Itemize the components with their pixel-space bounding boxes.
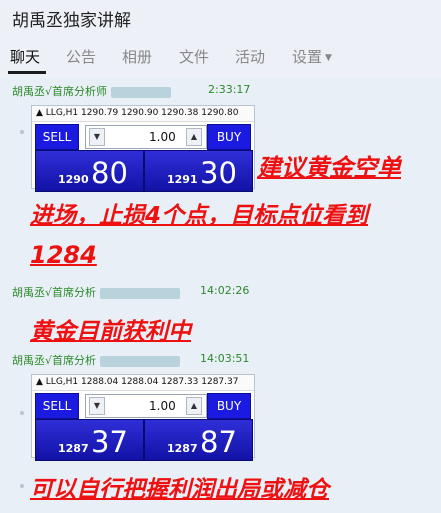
lot-value: 1.00 xyxy=(149,399,176,413)
blurred-name xyxy=(100,355,181,367)
tab-activity[interactable]: 活动 xyxy=(235,46,265,67)
tab-chat[interactable]: 聊天 xyxy=(10,46,40,67)
sell-button[interactable]: SELL xyxy=(35,124,79,150)
tab-announcement[interactable]: 公告 xyxy=(66,46,96,67)
message-text: 可以自行把握利润出局或减仓 xyxy=(30,477,329,503)
bullet-icon xyxy=(20,411,24,415)
message-header: 胡禹丞√首席分析 14:03:51 xyxy=(12,352,249,368)
sell-price-major: 1290 xyxy=(58,173,89,186)
active-tab-indicator xyxy=(8,71,46,74)
buy-price[interactable]: 1287 87 xyxy=(144,419,253,461)
sell-price[interactable]: 1287 37 xyxy=(35,419,144,461)
buy-price-major: 1291 xyxy=(167,173,198,186)
sell-price-minor: 37 xyxy=(91,425,128,459)
message-text: 黄金目前获利中 xyxy=(30,319,191,345)
chat-area: 胡禹丞√首席分析师 2:33:17 ▲ LLG,H1 1290.79 1290.… xyxy=(0,78,441,513)
buy-price-major: 1287 xyxy=(167,442,198,455)
lot-decrease-icon[interactable]: ▼ xyxy=(89,128,105,146)
sender-name: 胡禹丞√首席分析师 xyxy=(12,85,108,98)
sell-price[interactable]: 1290 80 xyxy=(35,150,144,192)
lot-decrease-icon[interactable]: ▼ xyxy=(89,397,105,415)
lot-value: 1.00 xyxy=(149,130,176,144)
tab-bar: 聊天 公告 相册 文件 活动 设置 ▼ xyxy=(0,38,441,74)
sell-price-major: 1287 xyxy=(58,442,89,455)
message-text: 1284 xyxy=(30,241,97,269)
sell-price-minor: 80 xyxy=(91,156,128,190)
message-time: 14:02:26 xyxy=(200,284,250,297)
blurred-name xyxy=(111,86,172,98)
buy-button[interactable]: BUY xyxy=(207,124,251,150)
message-time: 2:33:17 xyxy=(208,83,251,96)
widget-title: ▲ LLG,H1 1288.04 1288.04 1287.33 1287.37 xyxy=(32,375,254,391)
lot-input[interactable]: ▼ 1.00 ▲ xyxy=(85,125,207,149)
chevron-down-icon: ▼ xyxy=(325,52,332,63)
tab-settings[interactable]: 设置 ▼ xyxy=(292,46,332,67)
widget-quote: LLG,H1 1288.04 1288.04 1287.33 1287.37 xyxy=(45,377,239,387)
tab-album[interactable]: 相册 xyxy=(122,46,152,67)
sell-button[interactable]: SELL xyxy=(35,393,79,419)
blurred-name xyxy=(100,287,181,299)
trade-widget: ▲ LLG,H1 1290.79 1290.90 1290.38 1290.80… xyxy=(31,105,255,192)
sender-name: 胡禹丞√首席分析 xyxy=(12,354,97,367)
lot-input[interactable]: ▼ 1.00 ▲ xyxy=(85,394,207,418)
bullet-icon xyxy=(20,484,24,488)
bullet-icon xyxy=(20,130,24,134)
message-header: 胡禹丞√首席分析 14:02:26 xyxy=(12,284,249,300)
sender-name: 胡禹丞√首席分析 xyxy=(12,286,97,299)
widget-title: ▲ LLG,H1 1290.79 1290.90 1290.38 1290.80 xyxy=(32,106,254,122)
buy-button[interactable]: BUY xyxy=(207,393,251,419)
buy-price-minor: 87 xyxy=(200,425,237,459)
message-text: 进场，止损4个点，目标点位看到 xyxy=(30,203,369,229)
lot-increase-icon[interactable]: ▲ xyxy=(186,397,202,415)
lot-increase-icon[interactable]: ▲ xyxy=(186,128,202,146)
message-text: 建议黄金空单 xyxy=(257,154,401,182)
window-title: 胡禹丞独家讲解 xyxy=(12,11,131,31)
message-time: 14:03:51 xyxy=(200,352,250,365)
window-header: 胡禹丞独家讲解 聊天 公告 相册 文件 活动 设置 ▼ xyxy=(0,0,441,78)
message-header: 胡禹丞√首席分析师 2:33:17 xyxy=(12,83,250,99)
tab-files[interactable]: 文件 xyxy=(179,46,209,67)
trade-widget: ▲ LLG,H1 1288.04 1288.04 1287.33 1287.37… xyxy=(31,374,255,461)
buy-price[interactable]: 1291 30 xyxy=(144,150,253,192)
buy-price-minor: 30 xyxy=(200,156,237,190)
widget-quote: LLG,H1 1290.79 1290.90 1290.38 1290.80 xyxy=(45,108,239,118)
tab-settings-label: 设置 xyxy=(292,48,323,66)
